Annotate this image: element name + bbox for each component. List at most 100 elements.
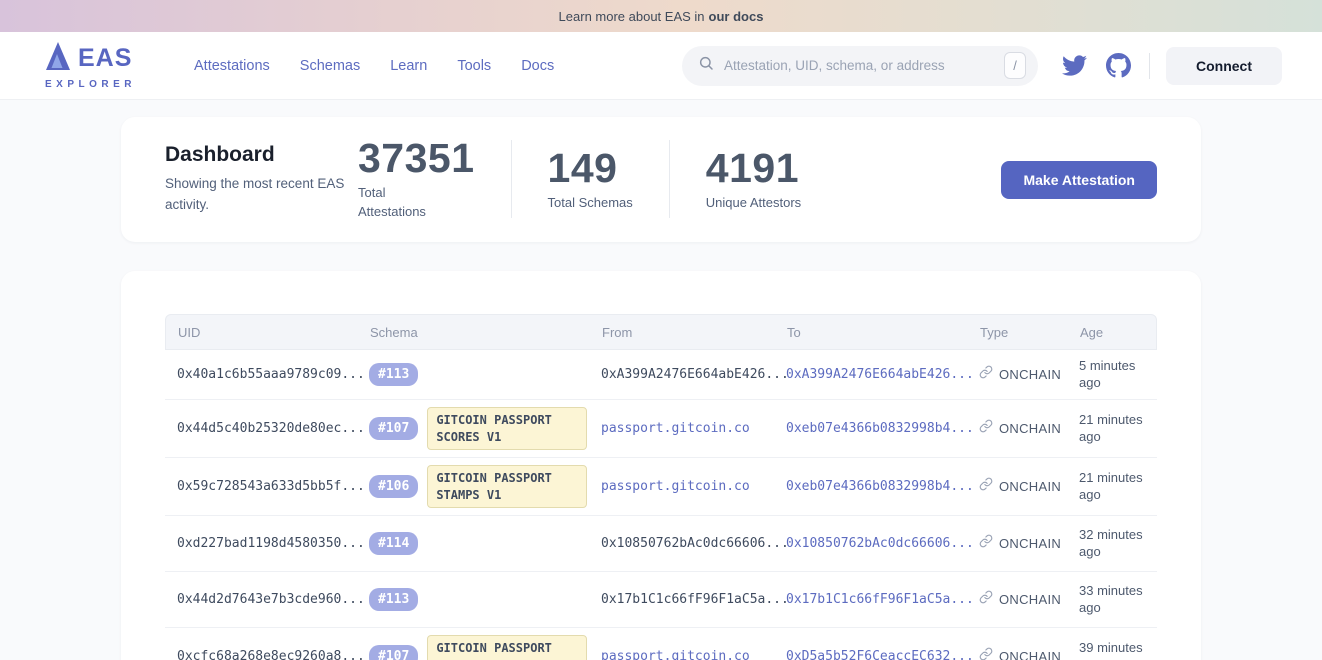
stat-unique-attestors: 4191 Unique Attestors <box>670 147 837 213</box>
attestations-table: UID Schema From To Type Age 0x40a1c6b55a… <box>165 314 1157 660</box>
age-cell: 21 minutes ago <box>1067 464 1157 509</box>
nav-learn[interactable]: Learn <box>390 58 427 74</box>
from-cell[interactable]: 0x17b1C1c66fF96F1aC5a... <box>589 586 774 613</box>
col-header-to: To <box>775 325 968 340</box>
page-title: Dashboard <box>165 143 358 167</box>
to-cell[interactable]: 0xD5a5b52F6CeaccEC632... <box>774 643 967 660</box>
schema-id-badge[interactable]: #106 <box>369 475 418 498</box>
schema-id-badge[interactable]: #107 <box>369 417 418 440</box>
from-cell[interactable]: passport.gitcoin.co <box>589 643 774 660</box>
twitter-icon[interactable] <box>1062 53 1087 78</box>
age-cell: 32 minutes ago <box>1067 521 1157 566</box>
schema-id-badge[interactable]: #114 <box>369 532 418 555</box>
stat-value: 4191 <box>706 147 801 190</box>
main-nav: Attestations Schemas Learn Tools Docs <box>194 58 554 74</box>
col-header-type: Type <box>968 325 1068 340</box>
type-cell: ONCHAIN <box>967 528 1067 559</box>
age-cell: 21 minutes ago <box>1067 406 1157 451</box>
connect-button[interactable]: Connect <box>1166 47 1282 85</box>
schema-cell: #113 <box>357 582 589 617</box>
schema-id-badge[interactable]: #113 <box>369 363 418 386</box>
schema-cell: #114 <box>357 526 589 561</box>
attestations-table-card: UID Schema From To Type Age 0x40a1c6b55a… <box>121 271 1201 660</box>
uid-cell[interactable]: 0x44d5c40b25320de80ec... <box>165 415 357 442</box>
type-label: ONCHAIN <box>999 536 1061 551</box>
schema-cell: #113 <box>357 357 589 392</box>
search-icon <box>698 55 714 76</box>
type-label: ONCHAIN <box>999 367 1061 382</box>
to-cell[interactable]: 0xA399A2476E664abE426... <box>774 361 967 388</box>
search-bar[interactable]: / <box>682 46 1038 86</box>
github-icon[interactable] <box>1106 53 1131 78</box>
schema-cell: #107 GITCOIN PASSPORT SCORES V1 <box>357 629 589 660</box>
uid-cell[interactable]: 0x59c728543a633d5bb5f... <box>165 473 357 500</box>
table-row[interactable]: 0xcfc68a268e8ec9260a8... #107 GITCOIN PA… <box>165 628 1157 660</box>
schema-cell: #106 GITCOIN PASSPORT STAMPS V1 <box>357 459 589 515</box>
eas-triangle-icon <box>45 41 71 76</box>
to-cell[interactable]: 0x10850762bAc0dc66606... <box>774 530 967 557</box>
uid-cell[interactable]: 0xd227bad1198d4580350... <box>165 530 357 557</box>
age-cell: 5 minutes ago <box>1067 352 1157 397</box>
schema-cell: #107 GITCOIN PASSPORT SCORES V1 <box>357 401 589 457</box>
schema-name-badge[interactable]: GITCOIN PASSPORT SCORES V1 <box>427 635 587 660</box>
chain-link-icon <box>979 477 993 496</box>
type-label: ONCHAIN <box>999 421 1061 436</box>
nav-docs[interactable]: Docs <box>521 58 554 74</box>
page-subtitle: Showing the most recent EAS activity. <box>165 174 345 216</box>
header-divider <box>1149 53 1150 79</box>
chain-link-icon <box>979 590 993 609</box>
nav-attestations[interactable]: Attestations <box>194 58 270 74</box>
table-row[interactable]: 0xd227bad1198d4580350... #114 0x10850762… <box>165 516 1157 572</box>
col-header-age: Age <box>1068 325 1158 340</box>
table-row[interactable]: 0x40a1c6b55aaa9789c09... #113 0xA399A247… <box>165 350 1157 400</box>
from-cell[interactable]: 0xA399A2476E664abE426... <box>589 361 774 388</box>
type-cell: ONCHAIN <box>967 641 1067 660</box>
type-cell: ONCHAIN <box>967 359 1067 390</box>
table-row[interactable]: 0x59c728543a633d5bb5f... #106 GITCOIN PA… <box>165 458 1157 516</box>
schema-id-badge[interactable]: #113 <box>369 588 418 611</box>
type-label: ONCHAIN <box>999 479 1061 494</box>
from-cell[interactable]: passport.gitcoin.co <box>589 415 774 442</box>
search-input[interactable] <box>724 58 1004 73</box>
stats-row: 37351 Total Attestations 149 Total Schem… <box>358 137 837 222</box>
type-cell: ONCHAIN <box>967 413 1067 444</box>
type-cell: ONCHAIN <box>967 471 1067 502</box>
dashboard-heading: Dashboard Showing the most recent EAS ac… <box>165 143 358 216</box>
to-cell[interactable]: 0x17b1C1c66fF96F1aC5a... <box>774 586 967 613</box>
stat-label: Total Schemas <box>548 194 633 213</box>
uid-cell[interactable]: 0x40a1c6b55aaa9789c09... <box>165 361 357 388</box>
type-cell: ONCHAIN <box>967 584 1067 615</box>
logo-subtitle: EXPLORER <box>45 79 136 90</box>
col-header-uid: UID <box>166 325 358 340</box>
make-attestation-button[interactable]: Make Attestation <box>1001 161 1157 199</box>
age-cell: 33 minutes ago <box>1067 577 1157 622</box>
nav-tools[interactable]: Tools <box>457 58 491 74</box>
banner-docs-link[interactable]: our docs <box>709 9 764 24</box>
dashboard-card: Dashboard Showing the most recent EAS ac… <box>121 117 1201 242</box>
schema-id-badge[interactable]: #107 <box>369 645 418 660</box>
schema-name-badge[interactable]: GITCOIN PASSPORT SCORES V1 <box>427 407 587 451</box>
to-cell[interactable]: 0xeb07e4366b0832998b4... <box>774 473 967 500</box>
from-cell[interactable]: passport.gitcoin.co <box>589 473 774 500</box>
table-row[interactable]: 0x44d2d7643e7b3cde960... #113 0x17b1C1c6… <box>165 572 1157 628</box>
from-cell[interactable]: 0x10850762bAc0dc66606... <box>589 530 774 557</box>
header: EAS EXPLORER Attestations Schemas Learn … <box>0 32 1322 100</box>
social-links <box>1062 53 1131 78</box>
chain-link-icon <box>979 365 993 384</box>
type-label: ONCHAIN <box>999 649 1061 660</box>
stat-total-schemas: 149 Total Schemas <box>512 147 669 213</box>
chain-link-icon <box>979 419 993 438</box>
eas-logo[interactable]: EAS EXPLORER <box>45 41 136 90</box>
table-header-row: UID Schema From To Type Age <box>165 314 1157 350</box>
stat-label: Unique Attestors <box>706 194 801 213</box>
uid-cell[interactable]: 0x44d2d7643e7b3cde960... <box>165 586 357 613</box>
schema-name-badge[interactable]: GITCOIN PASSPORT STAMPS V1 <box>427 465 587 509</box>
search-shortcut-badge: / <box>1004 52 1026 79</box>
table-row[interactable]: 0x44d5c40b25320de80ec... #107 GITCOIN PA… <box>165 400 1157 458</box>
to-cell[interactable]: 0xeb07e4366b0832998b4... <box>774 415 967 442</box>
nav-schemas[interactable]: Schemas <box>300 58 360 74</box>
uid-cell[interactable]: 0xcfc68a268e8ec9260a8... <box>165 643 357 660</box>
type-label: ONCHAIN <box>999 592 1061 607</box>
stat-total-attestations: 37351 Total Attestations <box>358 137 511 222</box>
age-cell: 39 minutes ago <box>1067 634 1157 660</box>
